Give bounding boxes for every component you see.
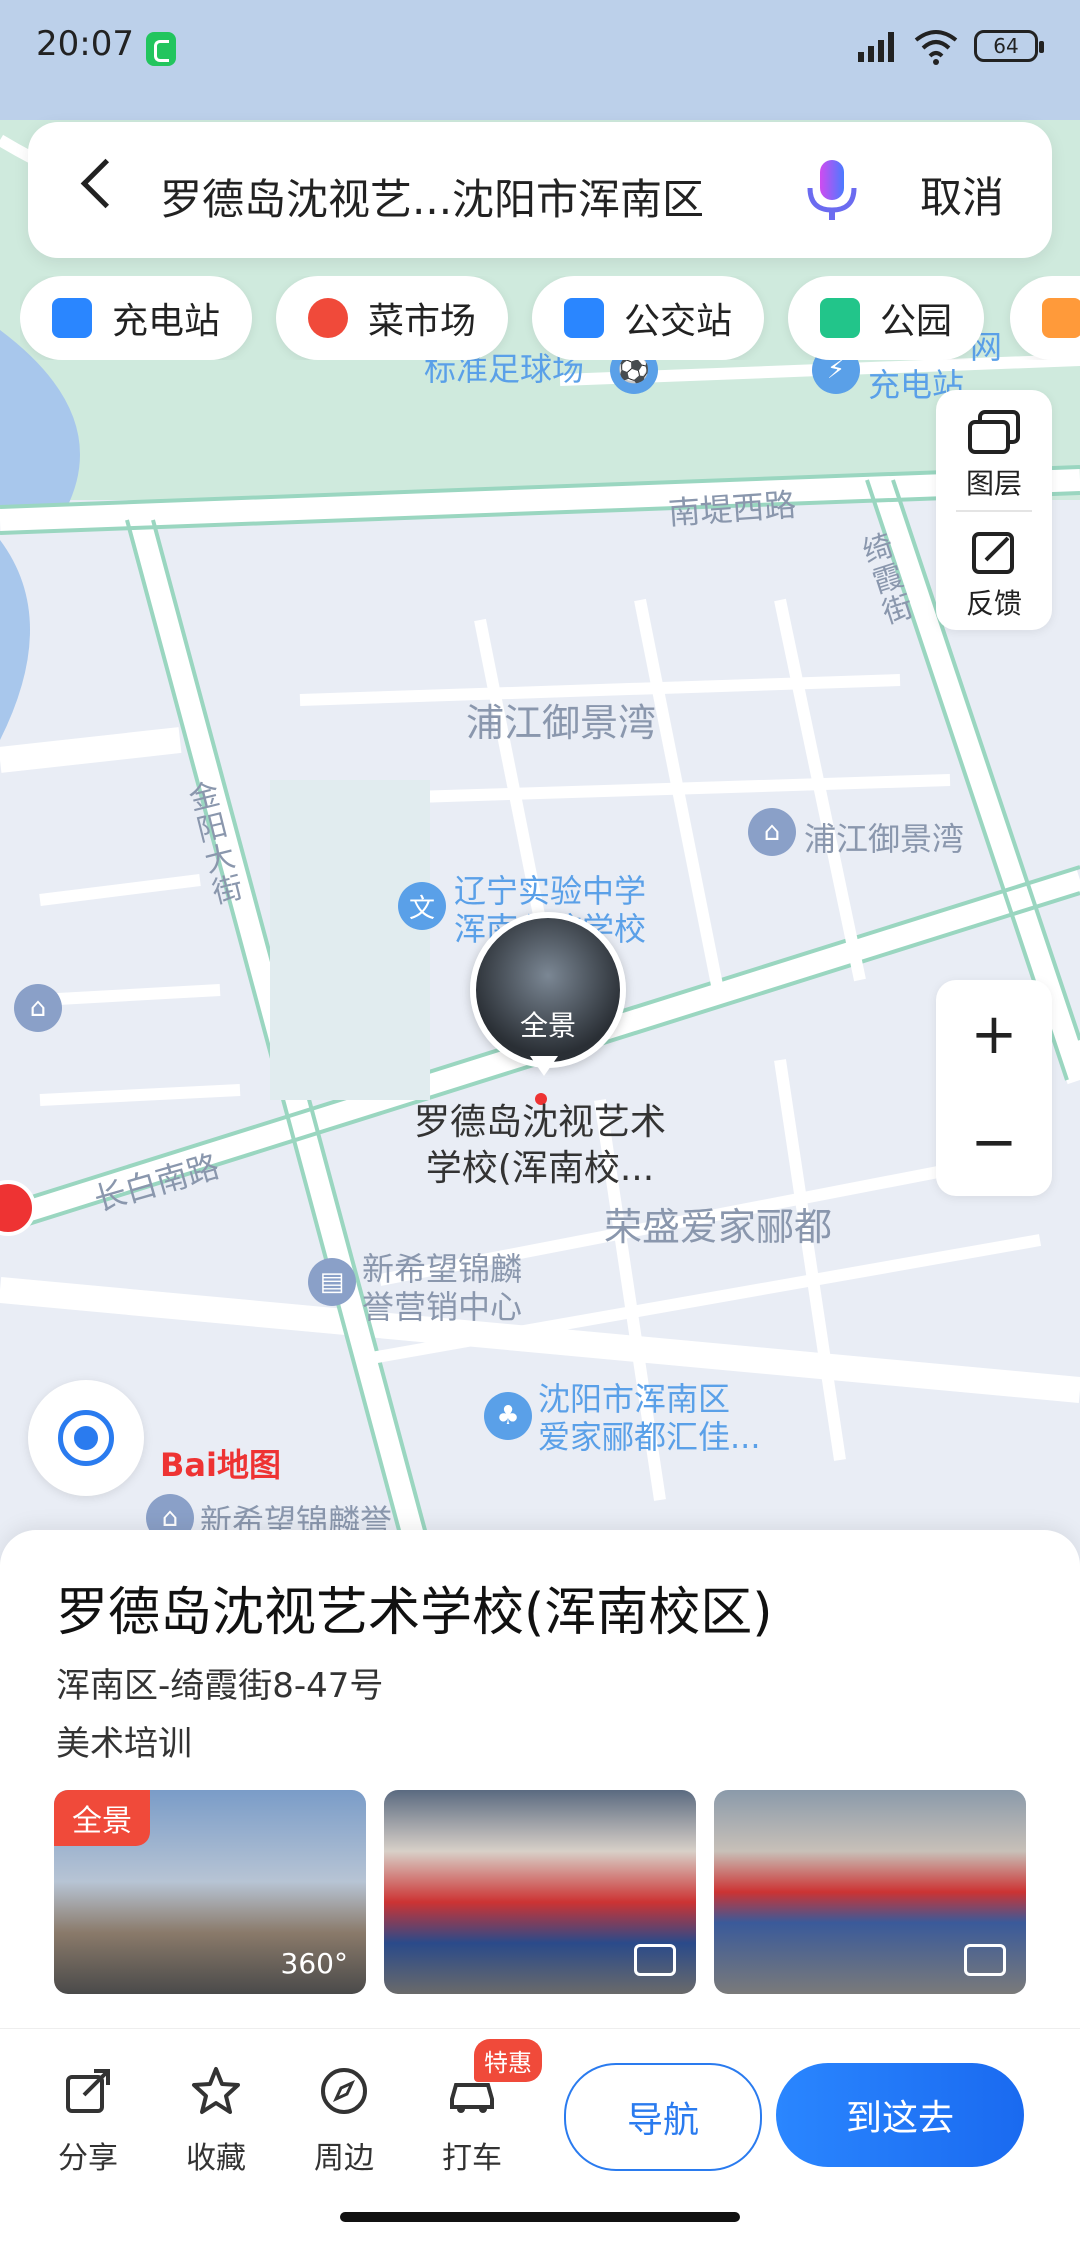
go-here-button[interactable]: 到这去 bbox=[776, 2063, 1024, 2167]
image-gallery-icon bbox=[964, 1944, 1006, 1976]
cancel-button[interactable]: 取消 bbox=[920, 164, 1004, 225]
photo-storefront-1[interactable] bbox=[384, 1790, 696, 1994]
bus-stop-icon bbox=[564, 298, 604, 338]
place-title: 罗德岛沈视艺术学校(浑南校区) bbox=[56, 1583, 773, 1643]
share-label: 分享 bbox=[58, 2141, 118, 2176]
panorama-tag: 全景 bbox=[54, 1790, 150, 1846]
photo-panorama[interactable]: 全景 360° bbox=[54, 1790, 366, 1994]
search-bar[interactable]: 罗德岛沈视艺...沈阳市浑南区 取消 bbox=[28, 122, 1052, 258]
building-poi-icon[interactable]: ⌂ bbox=[14, 984, 62, 1032]
image-gallery-icon bbox=[634, 1944, 676, 1976]
zoom-in-button[interactable]: + bbox=[936, 980, 1052, 1088]
baidu-map-logo: Bai地图 bbox=[160, 1446, 281, 1484]
chip-label: 充电站 bbox=[112, 301, 221, 342]
photo-storefront-2[interactable] bbox=[714, 1790, 1026, 1994]
share-button[interactable]: 分享 bbox=[38, 2065, 138, 2177]
park-icon bbox=[820, 298, 860, 338]
chip-label: 公交站 bbox=[624, 301, 733, 342]
navigate-button[interactable]: 导航 bbox=[564, 2063, 762, 2171]
more-category-icon bbox=[1042, 298, 1080, 338]
layers-icon bbox=[968, 410, 1020, 454]
locate-icon-core bbox=[74, 1426, 98, 1450]
residence-poi-icon[interactable]: ⌂ bbox=[748, 808, 796, 856]
wifi-icon bbox=[914, 30, 958, 65]
chip-label: 菜市场 bbox=[368, 301, 477, 342]
school-poi-icon[interactable]: 文 bbox=[398, 882, 446, 930]
park-poi-icon[interactable]: ♣ bbox=[484, 1392, 532, 1440]
category-chips: 充电站 菜市场 公交站 公园 bbox=[20, 276, 1080, 360]
taxi-label: 打车 bbox=[442, 2141, 502, 2176]
place-address: 浑南区-绮霞街8-47号 bbox=[56, 1666, 384, 1706]
poi-label-pujiang: 浦江御景湾 bbox=[804, 820, 965, 858]
layers-button[interactable]: 图层 bbox=[936, 390, 1052, 510]
place-category: 美术培训 bbox=[56, 1724, 192, 1764]
road-label-nandi: 南堤西路 bbox=[666, 485, 798, 533]
compass-icon bbox=[321, 2068, 367, 2114]
layers-label: 图层 bbox=[965, 467, 1022, 500]
home-indicator[interactable] bbox=[340, 2212, 740, 2222]
area-label-pujiang: 浦江御景湾 bbox=[466, 701, 657, 745]
my-location-button[interactable] bbox=[28, 1380, 144, 1496]
zoom-out-button[interactable]: − bbox=[936, 1088, 1052, 1196]
marker-place-name[interactable]: 罗德岛沈视艺术学校(浑南校... bbox=[400, 1100, 680, 1192]
nearby-button[interactable]: 周边 bbox=[294, 2065, 394, 2177]
signal-icon bbox=[858, 32, 894, 62]
back-icon[interactable] bbox=[80, 158, 131, 209]
favorite-label: 收藏 bbox=[186, 2141, 246, 2176]
edit-icon bbox=[972, 532, 1014, 574]
panorama-marker[interactable]: 全景 bbox=[470, 912, 626, 1068]
battery-icon: 64 bbox=[974, 30, 1044, 62]
chip-more[interactable] bbox=[1010, 276, 1080, 360]
charging-station-icon bbox=[52, 298, 92, 338]
360-icon: 360° bbox=[280, 1947, 348, 1980]
status-time: 20:07 bbox=[36, 24, 134, 64]
search-query[interactable]: 罗德岛沈视艺...沈阳市浑南区 bbox=[160, 166, 704, 227]
zoom-controls: + − bbox=[936, 980, 1052, 1196]
chip-park[interactable]: 公园 bbox=[788, 276, 985, 360]
basket-icon bbox=[308, 298, 348, 338]
feedback-label: 反馈 bbox=[965, 587, 1022, 620]
microphone-icon[interactable] bbox=[802, 158, 862, 224]
chip-charging-station[interactable]: 充电站 bbox=[20, 276, 253, 360]
call-icon bbox=[146, 32, 176, 66]
share-icon bbox=[66, 2069, 110, 2113]
area-label-rongsheng: 荣盛爱家郦都 bbox=[604, 1205, 833, 1249]
office-poi-icon[interactable]: ▤ bbox=[308, 1258, 356, 1306]
status-bar: 20:07 64 bbox=[0, 0, 1080, 96]
map-tool-panel: 图层 反馈 bbox=[936, 390, 1052, 630]
nearby-label: 周边 bbox=[314, 2141, 374, 2176]
chip-bus-stop[interactable]: 公交站 bbox=[532, 276, 765, 360]
star-icon bbox=[192, 2067, 240, 2114]
poi-label-xinxiwang-2: 誉营销中心 bbox=[362, 1288, 523, 1326]
marker-pointer bbox=[530, 1056, 558, 1076]
photo-strip: 全景 360° bbox=[54, 1790, 1026, 1994]
favorite-button[interactable]: 收藏 bbox=[166, 2065, 266, 2177]
panorama-label: 全景 bbox=[519, 1009, 576, 1042]
feedback-button[interactable]: 反馈 bbox=[936, 510, 1052, 630]
chip-market[interactable]: 菜市场 bbox=[276, 276, 509, 360]
poi-label-hunnan-2: 爱家郦都汇佳... bbox=[538, 1418, 761, 1456]
deal-badge: 特惠 bbox=[474, 2039, 542, 2082]
chip-label: 公园 bbox=[880, 301, 953, 342]
